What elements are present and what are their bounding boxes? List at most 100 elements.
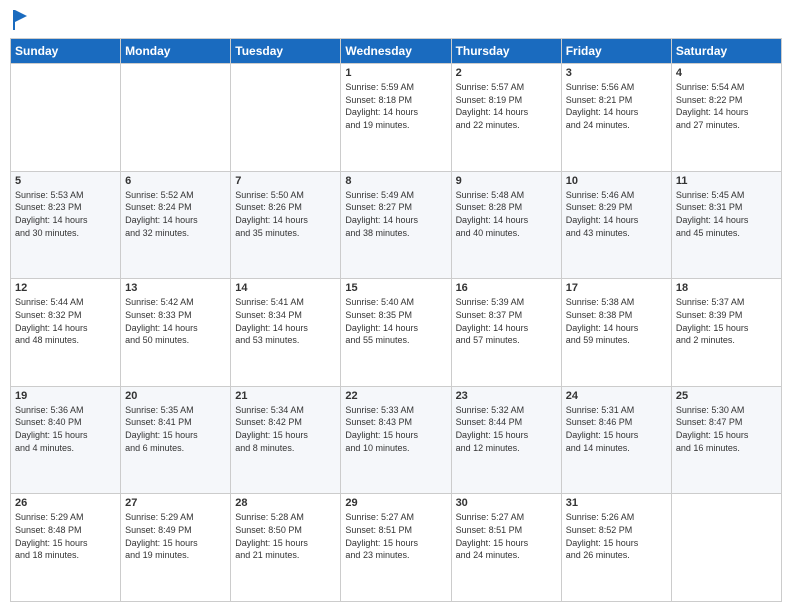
header bbox=[10, 10, 782, 30]
calendar-cell: 27Sunrise: 5:29 AM Sunset: 8:49 PM Dayli… bbox=[121, 494, 231, 602]
day-number: 16 bbox=[456, 282, 557, 294]
calendar-cell: 17 Sunrise: 5:38 AM Sunset: 8:38 PM Dayli… bbox=[561, 279, 671, 387]
calendar-cell: 1 Sunrise: 5:59 AM Sunset: 8:18 PM Daylig… bbox=[341, 64, 451, 172]
day-info: Sunrise: 5:52 AM Sunset: 8:24 PM Dayligh… bbox=[125, 189, 226, 239]
calendar-header-tuesday: Tuesday bbox=[231, 39, 341, 64]
day-number: 26 bbox=[15, 497, 116, 509]
day-number: 17 bbox=[566, 282, 667, 294]
calendar-cell: 15Sunrise: 5:40 AM Sunset: 8:35 PM Dayli… bbox=[341, 279, 451, 387]
calendar-week-row: 5Sunrise: 5:53 AM Sunset: 8:23 PM Daylig… bbox=[11, 171, 782, 279]
day-number: 28 bbox=[235, 497, 336, 509]
day-info: Sunrise: 5:50 AM Sunset: 8:26 PM Dayligh… bbox=[235, 189, 336, 239]
day-info: Sunrise: 5:36 AM Sunset: 8:40 PM Dayligh… bbox=[15, 404, 116, 454]
calendar-cell: 31 Sunrise: 5:26 AM Sunset: 8:52 PM Dayli… bbox=[561, 494, 671, 602]
day-info: Sunrise: 5:38 AM Sunset: 8:38 PM Dayligh… bbox=[566, 296, 667, 346]
day-info: Sunrise: 5:48 AM Sunset: 8:28 PM Dayligh… bbox=[456, 189, 557, 239]
calendar-week-row: 26 Sunrise: 5:29 AM Sunset: 8:48 PM Dayli… bbox=[11, 494, 782, 602]
calendar-week-row: 12 Sunrise: 5:44 AM Sunset: 8:32 PM Dayli… bbox=[11, 279, 782, 387]
calendar-header-friday: Friday bbox=[561, 39, 671, 64]
day-number: 4 bbox=[676, 67, 777, 79]
day-info: Sunrise: 5:26 AM Sunset: 8:52 PM Dayligh… bbox=[566, 511, 667, 561]
calendar-cell bbox=[671, 494, 781, 602]
day-number: 30 bbox=[456, 497, 557, 509]
day-info: Sunrise: 5:29 AM Sunset: 8:49 PM Dayligh… bbox=[125, 511, 226, 561]
calendar-cell: 24 Sunrise: 5:31 AM Sunset: 8:46 PM Dayli… bbox=[561, 386, 671, 494]
calendar-header-row: SundayMondayTuesdayWednesdayThursdayFrid… bbox=[11, 39, 782, 64]
day-number: 8 bbox=[345, 175, 446, 187]
day-number: 3 bbox=[566, 67, 667, 79]
day-number: 14 bbox=[235, 282, 336, 294]
day-info: Sunrise: 5:46 AM Sunset: 8:29 PM Dayligh… bbox=[566, 189, 667, 239]
calendar-header-monday: Monday bbox=[121, 39, 231, 64]
day-info: Sunrise: 5:59 AM Sunset: 8:18 PM Dayligh… bbox=[345, 81, 446, 131]
day-info: Sunrise: 5:30 AM Sunset: 8:47 PM Dayligh… bbox=[676, 404, 777, 454]
day-number: 23 bbox=[456, 390, 557, 402]
logo-flag-icon bbox=[11, 10, 29, 30]
day-number: 22 bbox=[345, 390, 446, 402]
calendar-header-sunday: Sunday bbox=[11, 39, 121, 64]
day-number: 9 bbox=[456, 175, 557, 187]
day-number: 24 bbox=[566, 390, 667, 402]
calendar-cell bbox=[121, 64, 231, 172]
calendar-cell: 19 Sunrise: 5:36 AM Sunset: 8:40 PM Dayli… bbox=[11, 386, 121, 494]
calendar-cell: 30 Sunrise: 5:27 AM Sunset: 8:51 PM Dayli… bbox=[451, 494, 561, 602]
calendar-week-row: 1 Sunrise: 5:59 AM Sunset: 8:18 PM Daylig… bbox=[11, 64, 782, 172]
calendar-cell: 5Sunrise: 5:53 AM Sunset: 8:23 PM Daylig… bbox=[11, 171, 121, 279]
day-info: Sunrise: 5:49 AM Sunset: 8:27 PM Dayligh… bbox=[345, 189, 446, 239]
calendar-header-saturday: Saturday bbox=[671, 39, 781, 64]
day-info: Sunrise: 5:29 AM Sunset: 8:48 PM Dayligh… bbox=[15, 511, 116, 561]
day-info: Sunrise: 5:35 AM Sunset: 8:41 PM Dayligh… bbox=[125, 404, 226, 454]
day-info: Sunrise: 5:57 AM Sunset: 8:19 PM Dayligh… bbox=[456, 81, 557, 131]
day-info: Sunrise: 5:42 AM Sunset: 8:33 PM Dayligh… bbox=[125, 296, 226, 346]
day-number: 19 bbox=[15, 390, 116, 402]
calendar-header-wednesday: Wednesday bbox=[341, 39, 451, 64]
day-info: Sunrise: 5:54 AM Sunset: 8:22 PM Dayligh… bbox=[676, 81, 777, 131]
day-info: Sunrise: 5:56 AM Sunset: 8:21 PM Dayligh… bbox=[566, 81, 667, 131]
day-number: 6 bbox=[125, 175, 226, 187]
calendar-cell: 26 Sunrise: 5:29 AM Sunset: 8:48 PM Dayli… bbox=[11, 494, 121, 602]
day-number: 10 bbox=[566, 175, 667, 187]
calendar-header-thursday: Thursday bbox=[451, 39, 561, 64]
calendar-cell: 16Sunrise: 5:39 AM Sunset: 8:37 PM Dayli… bbox=[451, 279, 561, 387]
calendar-cell: 12 Sunrise: 5:44 AM Sunset: 8:32 PM Dayli… bbox=[11, 279, 121, 387]
day-number: 18 bbox=[676, 282, 777, 294]
day-info: Sunrise: 5:41 AM Sunset: 8:34 PM Dayligh… bbox=[235, 296, 336, 346]
calendar-cell: 6 Sunrise: 5:52 AM Sunset: 8:24 PM Daylig… bbox=[121, 171, 231, 279]
calendar-cell: 23 Sunrise: 5:32 AM Sunset: 8:44 PM Dayli… bbox=[451, 386, 561, 494]
day-number: 11 bbox=[676, 175, 777, 187]
day-info: Sunrise: 5:28 AM Sunset: 8:50 PM Dayligh… bbox=[235, 511, 336, 561]
calendar-cell: 18 Sunrise: 5:37 AM Sunset: 8:39 PM Dayli… bbox=[671, 279, 781, 387]
calendar-cell bbox=[231, 64, 341, 172]
calendar-cell: 2 Sunrise: 5:57 AM Sunset: 8:19 PM Daylig… bbox=[451, 64, 561, 172]
day-info: Sunrise: 5:45 AM Sunset: 8:31 PM Dayligh… bbox=[676, 189, 777, 239]
calendar-week-row: 19 Sunrise: 5:36 AM Sunset: 8:40 PM Dayli… bbox=[11, 386, 782, 494]
day-number: 21 bbox=[235, 390, 336, 402]
calendar-cell: 11 Sunrise: 5:45 AM Sunset: 8:31 PM Dayli… bbox=[671, 171, 781, 279]
calendar-cell: 25Sunrise: 5:30 AM Sunset: 8:47 PM Dayli… bbox=[671, 386, 781, 494]
calendar-cell: 14 Sunrise: 5:41 AM Sunset: 8:34 PM Dayli… bbox=[231, 279, 341, 387]
day-number: 2 bbox=[456, 67, 557, 79]
calendar-cell bbox=[11, 64, 121, 172]
calendar-cell: 29Sunrise: 5:27 AM Sunset: 8:51 PM Dayli… bbox=[341, 494, 451, 602]
day-number: 1 bbox=[345, 67, 446, 79]
day-number: 31 bbox=[566, 497, 667, 509]
calendar-cell: 20Sunrise: 5:35 AM Sunset: 8:41 PM Dayli… bbox=[121, 386, 231, 494]
calendar-cell: 28 Sunrise: 5:28 AM Sunset: 8:50 PM Dayli… bbox=[231, 494, 341, 602]
day-number: 7 bbox=[235, 175, 336, 187]
calendar-cell: 10 Sunrise: 5:46 AM Sunset: 8:29 PM Dayli… bbox=[561, 171, 671, 279]
day-info: Sunrise: 5:34 AM Sunset: 8:42 PM Dayligh… bbox=[235, 404, 336, 454]
logo-text bbox=[10, 10, 30, 30]
day-info: Sunrise: 5:27 AM Sunset: 8:51 PM Dayligh… bbox=[456, 511, 557, 561]
day-info: Sunrise: 5:33 AM Sunset: 8:43 PM Dayligh… bbox=[345, 404, 446, 454]
calendar-cell: 4 Sunrise: 5:54 AM Sunset: 8:22 PM Daylig… bbox=[671, 64, 781, 172]
day-info: Sunrise: 5:31 AM Sunset: 8:46 PM Dayligh… bbox=[566, 404, 667, 454]
day-info: Sunrise: 5:44 AM Sunset: 8:32 PM Dayligh… bbox=[15, 296, 116, 346]
day-info: Sunrise: 5:27 AM Sunset: 8:51 PM Dayligh… bbox=[345, 511, 446, 561]
logo bbox=[10, 10, 30, 30]
day-info: Sunrise: 5:37 AM Sunset: 8:39 PM Dayligh… bbox=[676, 296, 777, 346]
day-info: Sunrise: 5:32 AM Sunset: 8:44 PM Dayligh… bbox=[456, 404, 557, 454]
calendar-cell: 22 Sunrise: 5:33 AM Sunset: 8:43 PM Dayli… bbox=[341, 386, 451, 494]
day-number: 12 bbox=[15, 282, 116, 294]
calendar-cell: 7 Sunrise: 5:50 AM Sunset: 8:26 PM Daylig… bbox=[231, 171, 341, 279]
calendar-cell: 21 Sunrise: 5:34 AM Sunset: 8:42 PM Dayli… bbox=[231, 386, 341, 494]
